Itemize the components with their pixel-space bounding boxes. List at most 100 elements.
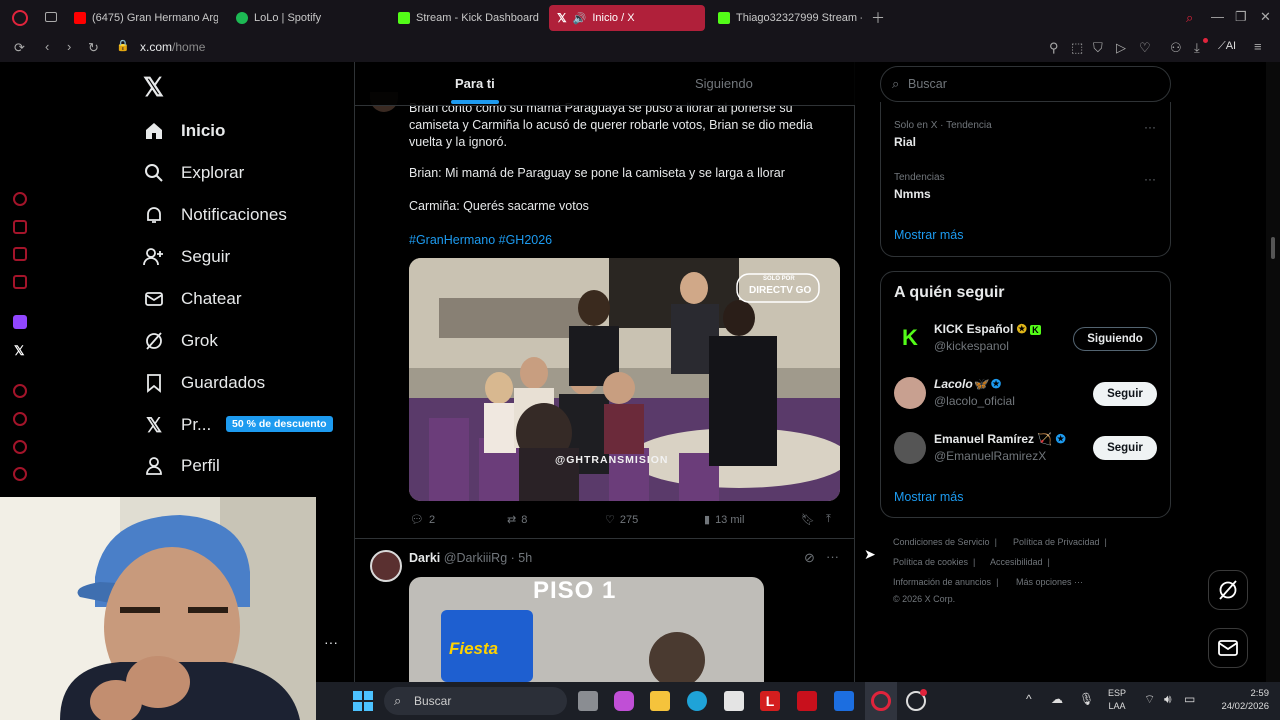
- messages-float-button[interactable]: [1208, 628, 1248, 668]
- menu-icon[interactable]: ≡: [1254, 40, 1262, 53]
- sidebar-wallet-icon[interactable]: [13, 247, 27, 261]
- dropbox-icon[interactable]: [834, 691, 854, 711]
- trend-item[interactable]: Tendencias Nmms: [894, 172, 945, 201]
- tab-spotify[interactable]: LoLo | Spotify: [228, 5, 380, 31]
- ai-button[interactable]: ⟋AI: [1218, 40, 1236, 53]
- like-button[interactable]: ♡ 275: [605, 513, 638, 527]
- avatar[interactable]: [370, 550, 402, 582]
- follow-button[interactable]: Seguir: [1093, 382, 1157, 406]
- trend-item[interactable]: Solo en X · Tendencia Rial: [894, 120, 992, 149]
- tab-kick-dashboard[interactable]: Stream - Kick Dashboard: [390, 5, 542, 31]
- show-more-link[interactable]: Mostrar más: [894, 228, 963, 242]
- footer-link[interactable]: Accesibilidad |: [990, 557, 1050, 567]
- microphone-icon[interactable]: 🎙︎: [1079, 692, 1094, 706]
- start-button[interactable]: [353, 691, 373, 711]
- search-tabs-icon[interactable]: ⌕: [1186, 11, 1193, 24]
- scrollbar-thumb[interactable]: [1271, 237, 1275, 259]
- reply-button[interactable]: 💬︎ 2: [410, 513, 435, 527]
- opera-logo-icon[interactable]: [12, 10, 28, 26]
- sidebar-bag-icon[interactable]: [13, 220, 27, 234]
- profile-icon[interactable]: ⚇: [1170, 41, 1182, 54]
- sidebar-settings-icon[interactable]: [13, 467, 27, 481]
- follow-user[interactable]: Lacolo🦋 ✪ @lacolo_oficial: [934, 377, 1015, 408]
- reload-icon[interactable]: ⟳: [14, 41, 25, 54]
- sidebar-player-icon[interactable]: [13, 384, 27, 398]
- more-options-icon[interactable]: ···: [1144, 120, 1156, 134]
- nav-item-bookmarks[interactable]: Guardados: [143, 372, 265, 394]
- follow-user[interactable]: Emanuel Ramírez 🏹 ✪ @EmanuelRamirezX: [934, 432, 1066, 463]
- nav-item-follow[interactable]: Seguir: [143, 246, 230, 268]
- x-logo-icon[interactable]: 𝕏: [143, 72, 164, 103]
- sidebar-m-icon[interactable]: [13, 275, 27, 289]
- shield-icon[interactable]: ⛉: [1093, 41, 1103, 54]
- battery-icon[interactable]: ▭: [1184, 692, 1195, 706]
- footer-link[interactable]: Condiciones de Servicio |: [893, 537, 997, 547]
- show-more-link[interactable]: Mostrar más: [894, 490, 963, 504]
- tab-youtube[interactable]: (6475) Gran Hermano Arge: [66, 5, 218, 31]
- download-icon[interactable]: ⤓: [1194, 41, 1200, 54]
- tab-for-you[interactable]: Para ti: [455, 76, 495, 91]
- avatar-lacolo[interactable]: [894, 377, 926, 409]
- volume-icon[interactable]: 🔊︎: [1164, 692, 1172, 707]
- avatar-emanuel[interactable]: [894, 432, 926, 464]
- sidebar-puzzle-icon[interactable]: [13, 440, 27, 454]
- nav-item-home[interactable]: Inicio: [143, 120, 225, 142]
- nav-item-explore[interactable]: Explorar: [143, 162, 244, 184]
- avatar-kick[interactable]: K: [894, 322, 926, 354]
- search-input[interactable]: ⌕ Buscar: [880, 66, 1171, 102]
- edge-icon[interactable]: [687, 691, 707, 711]
- tab-following[interactable]: Siguiendo: [695, 76, 753, 91]
- back-button[interactable]: ‹: [45, 40, 49, 53]
- footer-link[interactable]: Política de cookies |: [893, 557, 975, 567]
- page-scrollbar[interactable]: [1266, 62, 1280, 682]
- tab-x-home[interactable]: 𝕏 🔊 Inicio / X: [549, 5, 705, 31]
- footer-link[interactable]: Política de Privacidad |: [1013, 537, 1107, 547]
- maximize-button[interactable]: ❐: [1235, 10, 1247, 23]
- nav-item-premium[interactable]: 𝕏 Pr...: [143, 414, 211, 437]
- clock[interactable]: 2:59 24/02/2026: [1209, 687, 1269, 713]
- nav-item-grok[interactable]: Grok: [143, 330, 218, 352]
- nav-item-notifications[interactable]: Notificaciones: [143, 204, 287, 226]
- tweet-media-image[interactable]: SOLO POR DIRECTV GO @GHTRANSMISION: [409, 258, 840, 501]
- url-field[interactable]: x.com/home: [140, 40, 205, 54]
- new-tab-button[interactable]: ＋: [871, 11, 885, 25]
- opera-taskbar-active[interactable]: [865, 682, 897, 720]
- tweet-time[interactable]: · 5h: [511, 551, 533, 565]
- tweet-hashtags[interactable]: #GranHermano #GH2026: [409, 232, 829, 249]
- language-indicator[interactable]: ESP LAA: [1108, 687, 1126, 713]
- mcafee-icon[interactable]: [797, 691, 817, 711]
- refresh-button[interactable]: ↻: [88, 41, 99, 54]
- nav-item-chat[interactable]: Chatear: [143, 288, 241, 310]
- sidebar-history-icon[interactable]: [13, 192, 27, 206]
- snapshot-icon[interactable]: ⬚: [1071, 41, 1083, 54]
- twitch-icon[interactable]: [13, 315, 27, 329]
- file-explorer-icon[interactable]: [650, 691, 670, 711]
- close-window-button[interactable]: ✕: [1260, 10, 1271, 23]
- tweet-media-image[interactable]: PISO 1 Fiesta: [409, 577, 764, 682]
- speaker-icon[interactable]: 🔊: [573, 12, 587, 25]
- more-options-icon[interactable]: ···: [826, 549, 839, 564]
- author-handle[interactable]: @DarkiiiRg: [444, 551, 507, 565]
- bookmark-tweet-button[interactable]: 🔖︎: [801, 513, 815, 526]
- chevron-up-icon[interactable]: ^: [1026, 692, 1032, 706]
- retweet-button[interactable]: ⇄ 8: [507, 513, 527, 527]
- more-options-icon[interactable]: ···: [1144, 172, 1156, 186]
- tab-kick-stream[interactable]: Thiago32327999 Stream -: [710, 5, 862, 31]
- store-icon[interactable]: [724, 691, 744, 711]
- following-button[interactable]: Siguiendo: [1073, 327, 1157, 351]
- x-sidebar-icon[interactable]: 𝕏: [14, 343, 24, 359]
- tab-manager-icon[interactable]: [45, 12, 57, 22]
- footer-link[interactable]: Más opciones ···: [1016, 577, 1083, 587]
- minimize-button[interactable]: —: [1211, 10, 1224, 23]
- app-l-icon[interactable]: L: [760, 691, 780, 711]
- wifi-icon[interactable]: ⌔: [1144, 692, 1155, 707]
- footer-link[interactable]: Información de anuncios |: [893, 577, 998, 587]
- pin-icon[interactable]: ⚲: [1049, 41, 1059, 54]
- follow-user[interactable]: KICK Español ✪ K @kickespanol: [934, 322, 1041, 353]
- task-view-icon[interactable]: [578, 691, 598, 711]
- play-icon[interactable]: ▷: [1116, 41, 1126, 54]
- views-button[interactable]: ▮ 13 mil: [704, 513, 744, 527]
- grok-icon[interactable]: ⊘: [804, 550, 815, 566]
- forward-button[interactable]: ›: [67, 40, 71, 53]
- taskbar-search[interactable]: ⌕ Buscar: [384, 687, 567, 715]
